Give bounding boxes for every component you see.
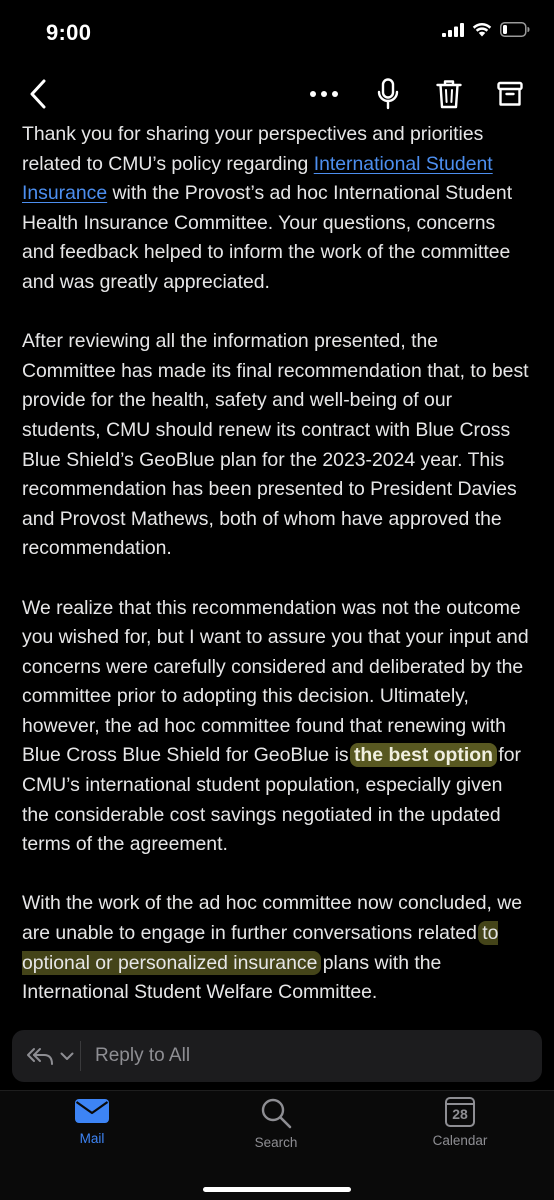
email-paragraph: With the work of the ad hoc committee no… [22,892,523,1004]
chevron-down-icon [60,1052,74,1060]
cellular-signal-icon [442,22,464,37]
search-icon [261,1098,292,1129]
wifi-icon [472,22,492,37]
email-paragraph: We realize that this recommendation was … [22,596,529,856]
calendar-day: 28 [452,1106,468,1122]
reply-options-button[interactable] [12,1046,74,1066]
tab-bar: Mail Search 28 Calendar [0,1090,554,1200]
tab-mail[interactable]: Mail [32,1097,152,1167]
trash-icon [436,80,462,109]
tab-label: Calendar [432,1133,488,1148]
email-body: Thank you for sharing your perspectives … [0,120,554,1022]
email-paragraph: After reviewing all the information pres… [22,330,529,560]
dictate-button[interactable] [366,72,410,116]
more-dots-icon [310,91,338,97]
mail-icon [75,1099,109,1123]
status-bar: 9:00 [0,0,554,62]
divider [80,1041,81,1071]
tab-label: Search [254,1135,298,1150]
home-indicator [203,1187,351,1192]
delete-button[interactable] [427,72,471,116]
email-paragraph: Thank you for sharing your perspectives … [22,123,513,293]
reply-all-icon [27,1048,53,1065]
email-toolbar [0,62,554,126]
reply-bar[interactable]: Reply to All [12,1030,542,1082]
highlighted-text: the best option [349,743,497,768]
tab-calendar[interactable]: 28 Calendar [400,1097,520,1167]
archive-icon [497,81,523,106]
battery-icon [500,22,530,37]
calendar-icon: 28 [445,1097,475,1127]
archive-button[interactable] [488,72,532,116]
microphone-icon [377,78,399,110]
reply-input[interactable]: Reply to All [95,1045,190,1067]
status-icons [442,22,530,37]
tab-search[interactable]: Search [216,1097,336,1167]
chevron-left-icon [30,79,46,109]
status-time: 9:00 [46,20,92,45]
back-button[interactable] [16,72,60,116]
more-options-button[interactable] [302,72,346,116]
tab-label: Mail [79,1131,105,1146]
